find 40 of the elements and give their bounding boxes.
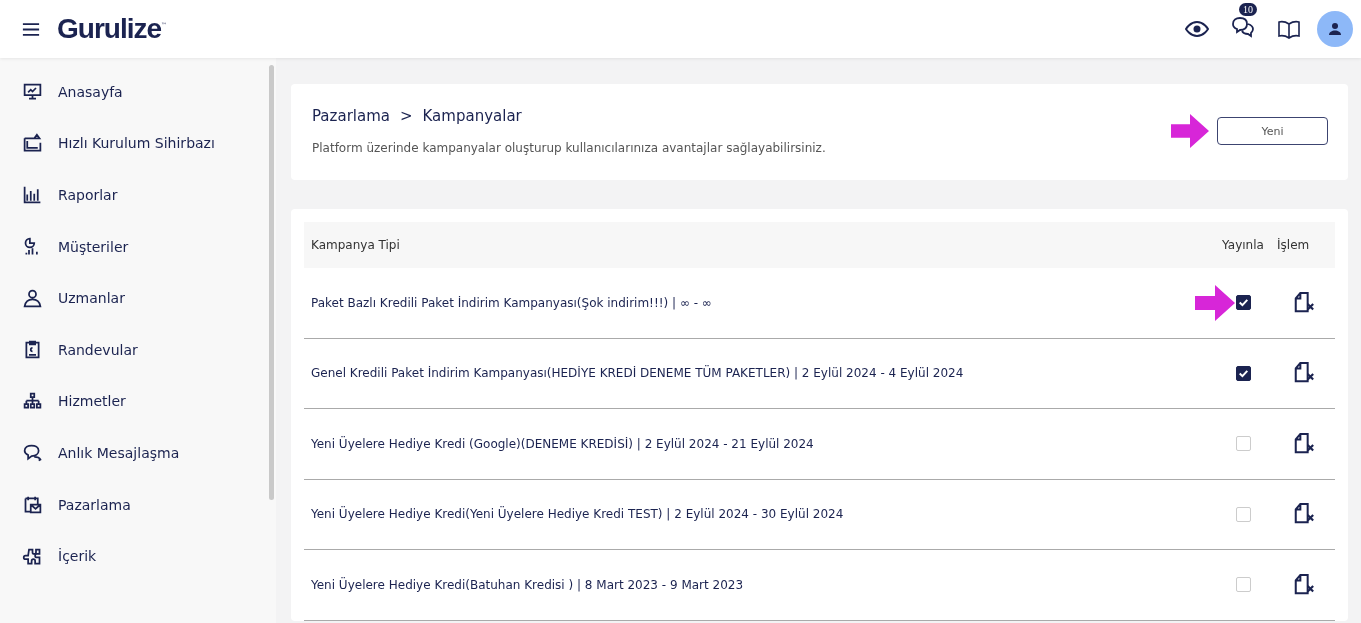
sidebar-item[interactable]: Anlık Mesajlaşma <box>0 427 276 479</box>
pointer-arrow-icon <box>1195 284 1235 321</box>
column-header: Yayınla <box>1221 238 1265 252</box>
sidebar-item[interactable]: Raporlar <box>0 169 276 221</box>
scrollbar[interactable] <box>269 65 274 500</box>
sidebar-item[interactable]: Müşteriler <box>0 220 276 273</box>
sidebar-item[interactable]: Anasayfa <box>0 66 276 118</box>
new-button[interactable]: Yeni <box>1217 117 1328 145</box>
sidebar-item[interactable]: Randevular <box>0 323 276 376</box>
publish-checkbox[interactable] <box>1235 365 1251 381</box>
column-header: İşlem <box>1276 238 1311 252</box>
breadcrumb-item[interactable]: Pazarlama <box>312 107 390 125</box>
notification-badge: 10 <box>1239 3 1257 16</box>
table-cell-text: Genel Kredili Paket İndirim Kampanyası(HEDİYE KREDİ DENEME TÜM PAKETLER) | 2 Eylül 2024 - 4 Eylül 2024 <box>310 366 965 381</box>
table-cell-text: Yeni Üyelere Hediye Kredi(Yeni Üyelere Hediye Kredi TEST) | 2 Eylül 2024 - 30 Eylül 2024 <box>310 507 845 522</box>
publish-checkbox[interactable] <box>1235 295 1251 311</box>
hierarchy-icon <box>22 390 43 412</box>
bar-chart-icon <box>22 184 43 206</box>
table-cell-text: Yeni Üyelere Hediye Kredi (Google)(DENEME KREDİSİ) | 2 Eylül 2024 - 21 Eylül 2024 <box>310 436 815 451</box>
user-icon <box>22 287 43 309</box>
sidebar-item[interactable]: Hizmetler <box>0 375 276 428</box>
sidebar-item[interactable]: İçerik <box>0 530 276 582</box>
sidebar-item[interactable]: Hızlı Kurulum Sihirbazı <box>0 117 276 170</box>
logo-text[interactable]: Gurulize <box>57 13 161 45</box>
page-description: Platform üzerinde kampanyalar oluşturup kullanıcılarınıza avantajlar sağlayabilirsiniz. <box>312 141 826 155</box>
chat-bubbles-icon <box>22 442 43 464</box>
column-header: Kampanya Tipi <box>310 238 401 252</box>
pointer-arrow-icon <box>1171 113 1209 149</box>
breadcrumb-separator: > <box>399 107 413 125</box>
table-cell-text: Yeni Üyelere Hediye Kredi(Batuhan Kredisi ) | 8 Mart 2023 - 9 Mart 2023 <box>310 577 745 592</box>
chat-bubbles-icon[interactable] <box>1231 15 1255 39</box>
sidebar-item[interactable]: Pazarlama <box>0 478 276 531</box>
check-icon <box>1236 296 1250 310</box>
window-upload-icon <box>22 132 43 154</box>
table-cell-text: Paket Bazlı Kredili Paket İndirim Kampanyası(Şok indirim!!!) | ∞ - ∞ <box>310 295 713 310</box>
sidebar-item[interactable]: Uzmanlar <box>0 272 276 324</box>
menu-icon[interactable] <box>22 21 40 37</box>
avatar[interactable] <box>1317 11 1353 47</box>
calendar-mail-icon <box>22 494 43 516</box>
breadcrumb-item[interactable]: Kampanyalar <box>422 107 522 125</box>
